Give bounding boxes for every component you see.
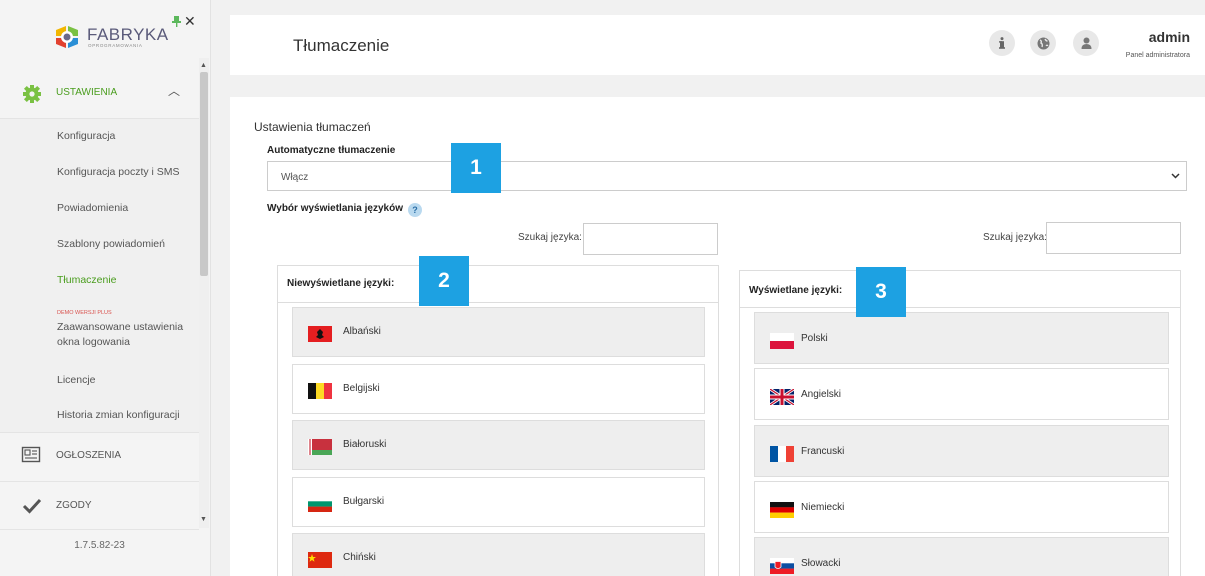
sidebar-scroll-thumb[interactable] [200,72,208,276]
flag-poland-icon [770,333,794,349]
section-title: Ustawienia tłumaczeń [254,120,371,134]
flag-bulgaria-icon [308,496,332,512]
panel-title: Niewyświetlane języki: [287,278,395,289]
language-name: Angielski [801,389,842,400]
page-title: Tłumaczenie [293,36,390,55]
language-name: Polski [801,333,828,344]
search-label-hidden: Szukaj języka: [518,232,582,243]
callout-badge-2: 2 [419,256,469,306]
user-name[interactable]: admin [1149,29,1190,45]
sidebar-section-settings[interactable]: USTAWIENIA ︿ [0,70,199,119]
info-icon[interactable] [989,30,1015,56]
page-header: Tłumaczenie admin Panel administratora [230,15,1205,75]
language-name: Francuski [801,446,845,457]
sidebar-section-label: OGŁOSZENIA [56,450,122,461]
language-item[interactable]: Niemiecki [754,481,1169,533]
language-item[interactable]: Bułgarski [292,477,705,527]
sidebar-item-login-settings[interactable]: DEMO WERSJI PLUS Zaawansowane ustawienia… [0,299,199,367]
sidebar-item-label: Tłumaczenie [57,274,117,286]
sidebar-item-historia[interactable]: Historia zmian konfiguracji [0,396,199,433]
newspaper-icon [21,446,41,463]
flag-slovakia-icon [770,558,794,574]
flag-china-icon [308,552,332,568]
language-name: Bułgarski [343,496,385,507]
logo-word: FABRYKA [87,25,169,44]
chevron-down-icon [1171,173,1180,179]
gear-icon [23,85,41,103]
language-name: Białoruski [343,439,387,450]
language-item[interactable]: Francuski [754,425,1169,477]
main-content: Ustawienia tłumaczeń Automatyczne tłumac… [230,97,1205,576]
app-version: 1.7.5.82-23 [74,540,125,551]
flag-belarus-icon [308,439,332,455]
auto-translation-select[interactable]: Włącz [267,161,1187,191]
demo-badge: DEMO WERSJI PLUS [57,310,112,316]
user-icon[interactable] [1073,30,1099,56]
search-input-hidden[interactable] [583,223,718,255]
sidebar-item-powiadomienia[interactable]: Powiadomienia [0,191,199,228]
language-name: Albański [343,326,381,337]
scroll-up-icon[interactable]: ▲ [200,62,207,69]
language-item[interactable]: Albański [292,307,705,357]
scroll-down-icon[interactable]: ▼ [200,516,207,523]
sidebar-section-ads[interactable]: OGŁOSZENIA [0,433,199,482]
sidebar-item-label: Konfiguracja [57,130,116,142]
logo-subtitle: OPROGRAMOWANIA [88,43,143,48]
auto-translation-label: Automatyczne tłumaczenie [267,145,396,156]
language-item[interactable]: Słowacki [754,537,1169,576]
help-icon[interactable]: ? [408,203,422,217]
sidebar-item-poczta-sms[interactable]: Konfiguracja poczty i SMS [0,155,199,192]
language-item[interactable]: Polski [754,312,1169,364]
flag-france-icon [770,446,794,462]
flag-germany-icon [770,502,794,518]
sidebar: FABRYKA OPROGRAMOWANIA ✕ ▲ ▼ USTAWIENIA … [0,0,211,576]
sidebar-item-tlumaczenie[interactable]: Tłumaczenie [0,263,199,300]
sidebar-item-label: Powiadomienia [57,202,129,214]
flag-belgium-icon [308,383,332,399]
sidebar-item-szablony[interactable]: Szablony powiadomień [0,227,199,264]
language-item[interactable]: Belgijski [292,364,705,414]
language-name: Słowacki [801,558,841,569]
checkmark-icon [22,498,42,514]
sidebar-item-label: Licencje [57,374,96,386]
search-input-shown[interactable] [1046,222,1181,254]
globe-icon[interactable] [1030,30,1056,56]
sidebar-item-label: Szablony powiadomień [57,238,165,250]
language-item[interactable]: Angielski [754,368,1169,420]
sidebar-item-label: Konfiguracja poczty i SMS [57,166,180,178]
language-item[interactable]: Chiński [292,533,705,576]
panel-title: Wyświetlane języki: [749,285,843,296]
sidebar-section-label: USTAWIENIA [56,87,118,98]
close-sidebar-icon[interactable]: ✕ [184,13,196,30]
sidebar-item-konfiguracja[interactable]: Konfiguracja [0,119,199,156]
language-choice-label: Wybór wyświetlania języków [267,203,403,214]
language-name: Chiński [343,552,376,563]
flag-uk-icon [770,389,794,405]
sidebar-section-consents[interactable]: ZGODY [0,481,199,530]
sidebar-section-label: ZGODY [56,500,92,511]
sidebar-item-label: Zaawansowane ustawienia okna logowania [57,321,184,348]
language-name: Niemiecki [801,502,845,513]
sidebar-item-label: Historia zmian konfiguracji [57,409,180,421]
shown-languages-panel: Wyświetlane języki: Polski Angielski Fra… [739,270,1181,576]
language-name: Belgijski [343,383,380,394]
panel-header: Wyświetlane języki: [740,271,1180,308]
hidden-languages-panel: Niewyświetlane języki: Albański Belgijsk… [277,265,719,576]
select-value: Włącz [281,172,309,183]
pin-icon[interactable] [172,16,181,27]
callout-badge-3: 3 [856,267,906,317]
language-item[interactable]: Białoruski [292,420,705,470]
logo-mark-icon [56,26,78,48]
search-label-shown: Szukaj języka: [983,232,1047,243]
chevron-up-icon: ︿ [168,84,181,98]
panel-header: Niewyświetlane języki: [278,266,718,303]
user-role: Panel administratora [1125,52,1190,59]
flag-albania-icon [308,326,332,342]
logo[interactable]: FABRYKA OPROGRAMOWANIA [52,22,168,52]
callout-badge-1: 1 [451,143,501,193]
